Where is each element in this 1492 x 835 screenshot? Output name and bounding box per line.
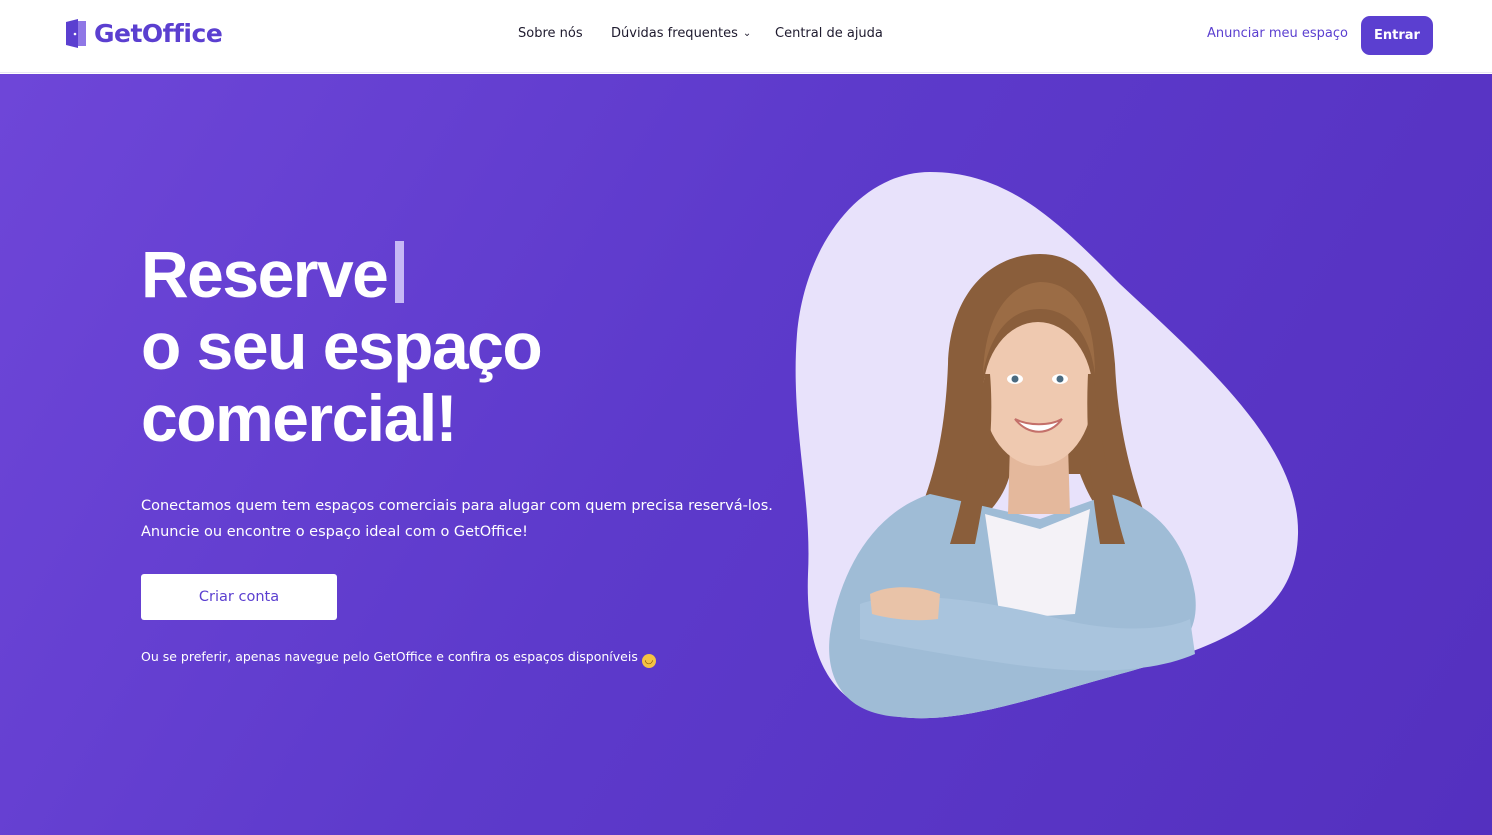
nav-link-about[interactable]: Sobre nós xyxy=(518,26,583,41)
browse-note: Ou se preferir, apenas navegue pelo GetO… xyxy=(141,649,656,668)
brand-logo[interactable]: GetOffice xyxy=(66,19,223,48)
announce-space-link[interactable]: Anunciar meu espaço xyxy=(1207,26,1348,41)
hero-section: Reserve o seu espaço comercial! Conectam… xyxy=(0,74,1492,835)
description-line-2: Anuncie ou encontre o espaço ideal com o… xyxy=(141,524,528,540)
description-line-1: Conectamos quem tem espaços comerciais p… xyxy=(141,498,773,514)
nav-link-help[interactable]: Central de ajuda xyxy=(775,26,883,41)
headline-word: Reserve xyxy=(141,237,389,311)
brand-name: GetOffice xyxy=(94,19,223,48)
hero-description: Conectamos quem tem espaços comerciais p… xyxy=(141,493,773,545)
top-navbar: GetOffice Sobre nós Dúvidas frequentes ⌄… xyxy=(0,0,1492,73)
nav-link-faq[interactable]: Dúvidas frequentes ⌄ xyxy=(611,26,751,41)
create-account-button[interactable]: Criar conta xyxy=(141,574,337,620)
headline-line-3: comercial! xyxy=(141,381,458,455)
smile-emoji-icon: ◡ xyxy=(641,654,656,668)
door-icon xyxy=(66,19,86,48)
browse-note-text: Ou se preferir, apenas navegue pelo GetO… xyxy=(141,649,638,664)
hero-headline: Reserve o seu espaço comercial! xyxy=(141,237,543,455)
typing-cursor xyxy=(395,241,405,303)
headline-line-2: o seu espaço xyxy=(141,309,543,383)
chevron-down-icon: ⌄ xyxy=(742,28,752,39)
login-button[interactable]: Entrar xyxy=(1361,16,1433,55)
nav-faq-label: Dúvidas frequentes xyxy=(611,26,738,41)
